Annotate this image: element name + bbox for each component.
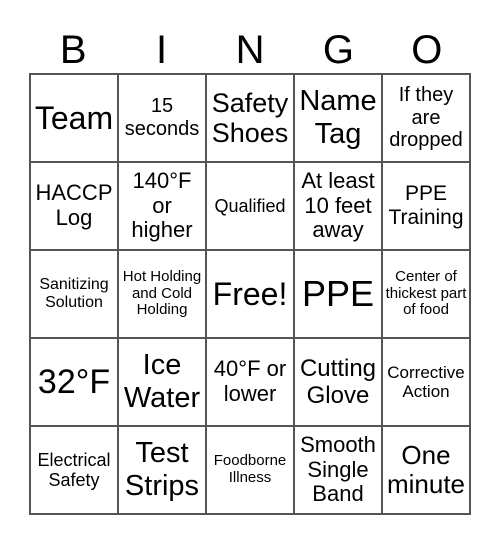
cell-text: PPE Training bbox=[388, 182, 464, 229]
cell-text: Smooth Single Band bbox=[300, 431, 376, 507]
cell-text: Hot Holding and Cold Holding bbox=[122, 267, 202, 319]
header-letter: O bbox=[411, 28, 443, 72]
bingo-cell[interactable]: At least 10 feet away bbox=[294, 162, 382, 250]
bingo-cell[interactable]: Corrective Action bbox=[382, 338, 470, 426]
bingo-cell[interactable]: Qualified bbox=[206, 162, 294, 250]
cell-text: Free! bbox=[212, 275, 288, 312]
bingo-cell[interactable]: Name Tag bbox=[294, 74, 382, 162]
cell-text: Electrical Safety bbox=[37, 449, 111, 490]
header-letter: I bbox=[156, 28, 168, 72]
cell-text: Cutting Glove bbox=[299, 354, 377, 409]
header-letter: G bbox=[322, 28, 354, 72]
bingo-cell[interactable]: 32°F bbox=[30, 338, 118, 426]
bingo-cell[interactable]: PPE Training bbox=[382, 162, 470, 250]
bingo-cell[interactable]: Safety Shoes bbox=[206, 74, 294, 162]
cell-text: If they are dropped bbox=[389, 84, 463, 152]
bingo-cell[interactable]: Test Strips bbox=[118, 426, 206, 514]
cell-text: Team bbox=[34, 99, 114, 136]
cell-text: Safety Shoes bbox=[211, 87, 289, 149]
cell-text: 40°F or lower bbox=[213, 356, 287, 406]
cell-text: 32°F bbox=[37, 362, 111, 401]
cell-text: Foodborne Illness bbox=[213, 452, 287, 486]
bingo-cell[interactable]: Cutting Glove bbox=[294, 338, 382, 426]
bingo-cell[interactable]: 40°F or lower bbox=[206, 338, 294, 426]
bingo-cell[interactable]: Ice Water bbox=[118, 338, 206, 426]
bingo-cell[interactable]: Smooth Single Band bbox=[294, 426, 382, 514]
bingo-cell[interactable]: 15 seconds bbox=[118, 74, 206, 162]
bingo-cell[interactable]: PPE bbox=[294, 250, 382, 338]
bingo-cell[interactable]: HACCP Log bbox=[30, 162, 118, 250]
cell-text: 140°F or higher bbox=[131, 167, 193, 243]
cell-text: At least 10 feet away bbox=[301, 167, 375, 243]
cell-text: PPE bbox=[301, 272, 375, 314]
cell-text: Ice Water bbox=[123, 349, 201, 414]
cell-text: Sanitizing Solution bbox=[39, 275, 109, 311]
cell-text: Center of thickest part of food bbox=[385, 267, 467, 319]
bingo-cell[interactable]: Team bbox=[30, 74, 118, 162]
bingo-cell[interactable]: 140°F or higher bbox=[118, 162, 206, 250]
cell-text: One minute bbox=[386, 439, 466, 499]
free-space-cell[interactable]: Free! bbox=[206, 250, 294, 338]
bingo-grid: Team 15 seconds Safety Shoes Name Tag If the… bbox=[29, 73, 471, 515]
bingo-cell[interactable]: Center of thickest part of food bbox=[382, 250, 470, 338]
bingo-cell[interactable]: Hot Holding and Cold Holding bbox=[118, 250, 206, 338]
bingo-header: BINGO bbox=[29, 26, 471, 74]
cell-text: Corrective Action bbox=[387, 362, 465, 401]
bingo-cell[interactable]: One minute bbox=[382, 426, 470, 514]
bingo-cell[interactable]: Electrical Safety bbox=[30, 426, 118, 514]
cell-text: Name Tag bbox=[299, 85, 377, 150]
cell-text: Qualified bbox=[214, 195, 286, 216]
cell-text: HACCP Log bbox=[35, 180, 113, 230]
cell-text: 15 seconds bbox=[124, 95, 200, 140]
bingo-cell[interactable]: If they are dropped bbox=[382, 74, 470, 162]
bingo-cell[interactable]: Foodborne Illness bbox=[206, 426, 294, 514]
header-letter: N bbox=[235, 28, 265, 72]
bingo-cell[interactable]: Sanitizing Solution bbox=[30, 250, 118, 338]
header-letter: B bbox=[59, 28, 87, 72]
cell-text: Test Strips bbox=[124, 437, 200, 502]
